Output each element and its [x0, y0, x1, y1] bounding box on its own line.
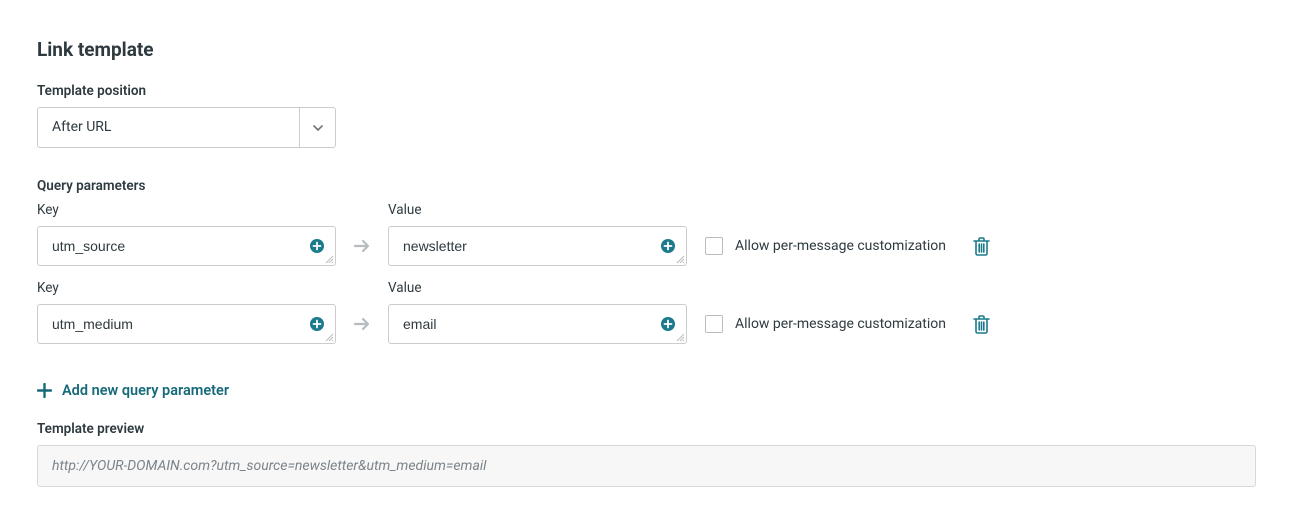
value-column-label: Value — [388, 280, 687, 296]
value-input-wrap — [388, 304, 687, 344]
template-position-label: Template position — [37, 83, 1256, 99]
parameter-row: Key Value Allow per-message customizat — [37, 202, 1256, 266]
plus-circle-icon[interactable] — [660, 316, 676, 332]
template-position-select[interactable]: After URL — [37, 107, 336, 148]
template-preview-label: Template preview — [37, 421, 1256, 437]
key-input-wrap — [37, 226, 336, 266]
key-input[interactable] — [38, 227, 335, 265]
template-preview-value: http://YOUR-DOMAIN.com?utm_source=newsle… — [37, 445, 1256, 487]
key-column-label: Key — [37, 280, 336, 296]
arrow-right-icon — [350, 226, 374, 266]
parameter-row: Key Value Allow per-message customizat — [37, 280, 1256, 344]
value-input[interactable] — [389, 305, 686, 343]
customize-checkbox[interactable] — [705, 237, 723, 255]
delete-row-button[interactable] — [970, 226, 994, 266]
customize-checkbox-label: Allow per-message customization — [735, 238, 946, 254]
key-input[interactable] — [38, 305, 335, 343]
customize-checkbox[interactable] — [705, 315, 723, 333]
key-column-label: Key — [37, 202, 336, 218]
delete-row-button[interactable] — [970, 304, 994, 344]
arrow-right-icon — [350, 304, 374, 344]
plus-circle-icon[interactable] — [660, 238, 676, 254]
add-parameter-button[interactable]: Add new query parameter — [37, 382, 229, 399]
value-input-wrap — [388, 226, 687, 266]
trash-icon — [973, 315, 990, 334]
section-title: Link template — [37, 38, 1256, 61]
trash-icon — [973, 237, 990, 256]
plus-circle-icon[interactable] — [309, 316, 325, 332]
value-column-label: Value — [388, 202, 687, 218]
key-input-wrap — [37, 304, 336, 344]
plus-icon — [37, 383, 52, 398]
plus-circle-icon[interactable] — [309, 238, 325, 254]
query-parameters-label: Query parameters — [37, 178, 1256, 194]
template-position-value: After URL — [38, 108, 299, 147]
value-input[interactable] — [389, 227, 686, 265]
chevron-down-icon — [299, 108, 335, 147]
customize-checkbox-label: Allow per-message customization — [735, 316, 946, 332]
add-parameter-label: Add new query parameter — [62, 382, 229, 399]
